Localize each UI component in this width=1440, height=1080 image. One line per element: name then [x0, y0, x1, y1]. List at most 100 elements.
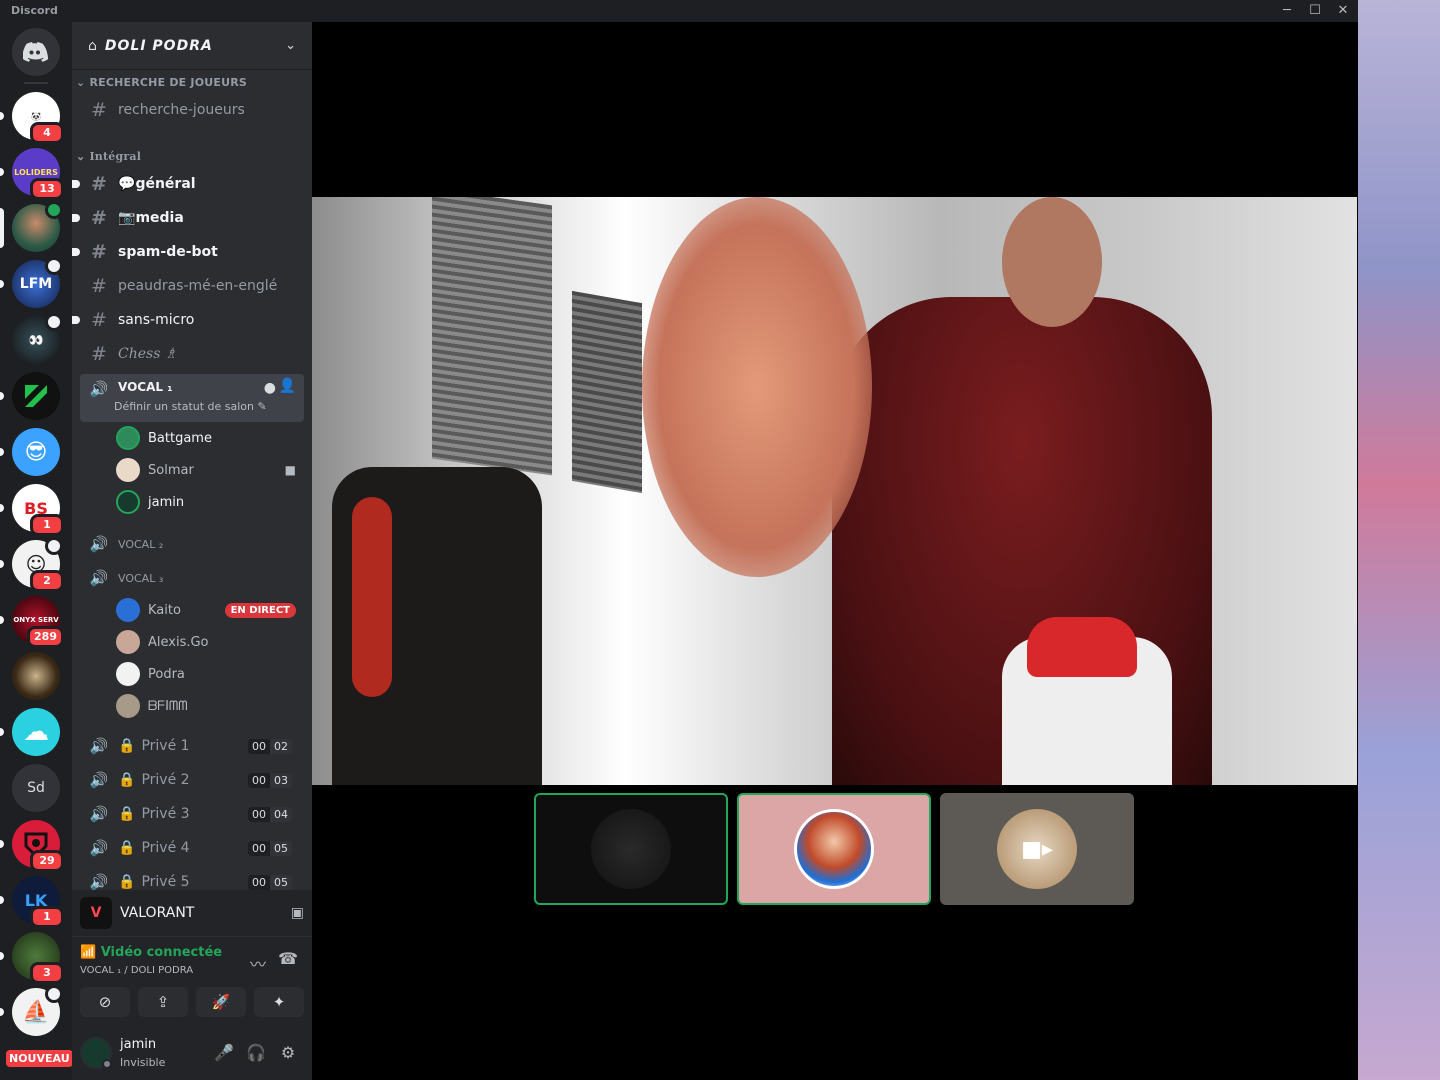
guild-header[interactable]: ⌂ DOLI PODRA ⌄	[72, 22, 312, 70]
sd-server-icon: Sd	[12, 764, 60, 812]
app-name: Discord	[11, 4, 58, 17]
server-lk[interactable]: LK 1	[0, 876, 64, 928]
voice-member-kaito[interactable]: Kaito EN DIRECT	[116, 596, 304, 624]
share-screen-button[interactable]: ⇪	[138, 987, 188, 1017]
activity-panel[interactable]: V VALORANT ▣	[72, 890, 312, 936]
text-channel-icon: #	[91, 275, 107, 297]
server-7[interactable]: 😎	[0, 428, 60, 476]
text-channel-icon: #	[91, 207, 107, 229]
channel-sans-micro[interactable]: # sans-micro	[72, 304, 304, 336]
voice-channel-prive4[interactable]: 🔊 🔒 Privé 4 00 05	[80, 832, 304, 864]
main-video-feed[interactable]	[312, 197, 1357, 785]
home-button[interactable]	[12, 28, 60, 76]
server-wegopanda[interactable]: 🐼 4	[0, 92, 64, 144]
chair-accent	[352, 497, 392, 697]
voice-channel-prive1[interactable]: 🔊 🔒 Privé 1 00 02	[80, 730, 304, 762]
soundboard-button[interactable]: ✦	[254, 987, 304, 1017]
channel-label: recherche-joueurs	[118, 102, 245, 118]
speaker-icon: 🔊	[89, 839, 109, 857]
server-11-icon	[12, 652, 60, 700]
channel-spam-de-bot[interactable]: # spam-de-bot	[72, 236, 304, 268]
video-tile-battgame[interactable]	[737, 793, 931, 905]
server-avatar[interactable]	[0, 201, 63, 252]
server-bs[interactable]: BS 1	[0, 484, 64, 536]
video-camera-icon: ■▸	[1021, 836, 1053, 862]
maximize-icon[interactable]: ☐	[1301, 0, 1329, 22]
voice-member-solmar[interactable]: Solmar ■	[116, 456, 304, 484]
speaker-icon: 🔊	[89, 535, 109, 553]
channel-media[interactable]: # 📷 media	[72, 202, 304, 234]
microphone-icon[interactable]: 🎤	[213, 1042, 235, 1064]
voice-member-podra[interactable]: Podra	[116, 660, 304, 688]
headphones-icon[interactable]: 🎧	[245, 1042, 267, 1064]
voice-channel-vocal3[interactable]: 🔊 VOCAL ₃	[80, 562, 304, 594]
title-bar: Discord ─ ☐ ✕	[0, 0, 1358, 22]
member-name: Kaito	[148, 602, 181, 618]
signal-icon: 📶	[80, 945, 101, 960]
speaker-icon: 🔊	[89, 805, 109, 823]
voice-channel-prive3[interactable]: 🔊 🔒 Privé 3 00 04	[80, 798, 304, 830]
server-17[interactable]: ⛵	[0, 985, 63, 1036]
channel-chess[interactable]: # Chess ♗	[80, 338, 304, 370]
server-loliders[interactable]: LOLIDERS 13	[0, 148, 64, 200]
voice-channel-prive5[interactable]: 🔊 🔒 Privé 5 00 05	[80, 866, 304, 890]
video-tile-jamin[interactable]	[534, 793, 728, 905]
server-cloud[interactable]: ☁	[0, 708, 60, 756]
connection-status[interactable]: 📶 Vidéo connectée	[80, 945, 222, 960]
activities-button[interactable]: 🚀	[196, 987, 246, 1017]
camera-icon: 📷	[118, 210, 136, 226]
member-name: Alexis.Go	[148, 634, 209, 650]
participant-avatar	[794, 809, 874, 889]
minimize-icon[interactable]: ─	[1273, 0, 1301, 22]
voice-channel-vocal2[interactable]: 🔊 VOCAL ₂	[80, 528, 304, 560]
channel-label: Privé 5	[141, 874, 190, 890]
server-16[interactable]: 3	[0, 932, 64, 984]
server-lfm[interactable]: LFM	[0, 257, 63, 308]
chat-bubble-icon[interactable]: ●	[264, 380, 276, 396]
user-limit-counter: 00 05	[248, 874, 292, 890]
server-sd[interactable]: Sd	[12, 764, 60, 812]
valorant-icon: V	[80, 897, 112, 929]
close-icon[interactable]: ✕	[1329, 0, 1357, 22]
server-5[interactable]: 👀	[12, 313, 63, 364]
username[interactable]: jamin	[120, 1037, 156, 1052]
new-servers-label[interactable]: NOUVEAU	[6, 1050, 72, 1067]
gear-icon[interactable]: ⚙	[277, 1042, 299, 1064]
voice-member-bfimm[interactable]: ᗷᖴIᗰᗰ	[116, 692, 304, 720]
video-active-icon	[45, 201, 63, 219]
speaker-icon	[45, 985, 63, 1003]
category-recherche[interactable]: ⌄ RECHERCHE DE JOUEURS	[76, 76, 247, 89]
video-camera-icon: ■	[284, 463, 296, 477]
video-tile-solmar[interactable]: ■▸	[940, 793, 1134, 905]
voice-channel-vocal1[interactable]: 🔊 VOCAL ₁ Définir un statut de salon ✎ ●…	[80, 374, 304, 422]
voice-member-battgame[interactable]: Battgame	[116, 424, 304, 452]
server-14[interactable]: 29	[0, 820, 64, 872]
mention-badge: 1	[30, 906, 64, 928]
server-6[interactable]	[0, 372, 60, 420]
camera-off-button[interactable]: ⊘	[80, 987, 130, 1017]
channel-label: général	[135, 176, 196, 192]
invite-user-icon[interactable]: 👤	[279, 378, 296, 394]
voice-channel-prive2[interactable]: 🔊 🔒 Privé 2 00 03	[80, 764, 304, 796]
channel-status[interactable]: Définir un statut de salon ✎	[114, 400, 267, 413]
unread-indicator	[72, 214, 80, 222]
live-badge: EN DIRECT	[224, 602, 296, 618]
connection-status-text: Vidéo connectée	[100, 945, 223, 960]
category-integral[interactable]: ⌄ Intégral	[76, 150, 141, 163]
voice-member-alexis[interactable]: Alexis.Go	[116, 628, 304, 656]
disconnect-icon[interactable]: ☎	[278, 949, 298, 968]
mention-badge: 29	[30, 850, 64, 872]
channel-general[interactable]: # 💬 général	[72, 168, 304, 200]
noise-suppression-icon[interactable]: 〰	[250, 951, 266, 975]
channel-peaudras[interactable]: # peaudras-mé-en-englé	[80, 270, 304, 302]
voice-member-jamin[interactable]: jamin	[116, 488, 304, 516]
server-onyx[interactable]: ONYX SERV 289	[0, 596, 64, 648]
avatar	[116, 458, 140, 482]
unread-pill	[0, 448, 4, 456]
server-11[interactable]	[12, 652, 60, 700]
channel-recherche-joueurs[interactable]: # recherche-joueurs	[80, 94, 304, 126]
mention-badge: 3	[30, 962, 64, 984]
connection-location: VOCAL ₁ / DOLI PODRA	[80, 965, 194, 976]
server-9[interactable]: ☺ 2	[0, 537, 64, 592]
stream-game-icon[interactable]: ▣	[291, 905, 304, 921]
